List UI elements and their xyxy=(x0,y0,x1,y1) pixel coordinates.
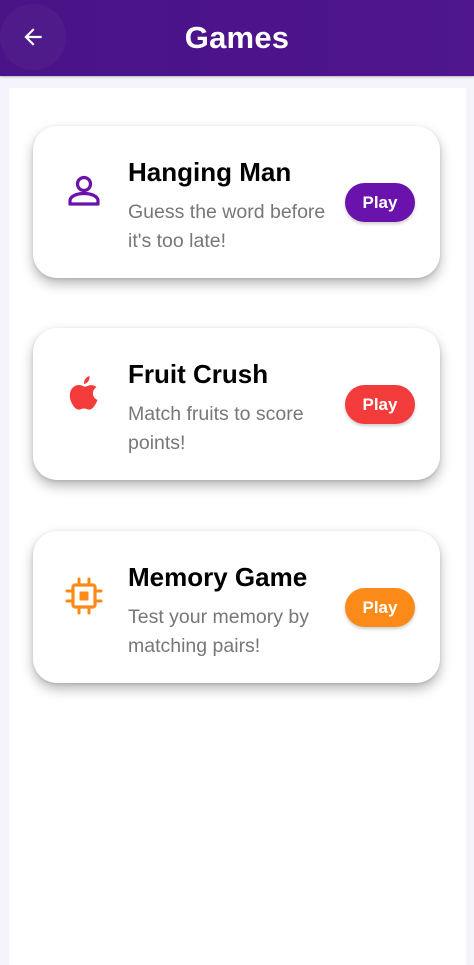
game-description: Test your memory by matching pairs! xyxy=(128,606,309,657)
play-button[interactable]: Play xyxy=(345,385,415,424)
game-description: Guess the word before it's too late! xyxy=(128,201,326,252)
chip-icon xyxy=(63,575,105,617)
game-card-fruit-crush[interactable]: Fruit Crush Match fruits to score points… xyxy=(33,328,440,480)
apple-icon xyxy=(63,372,105,414)
arrow-left-icon xyxy=(24,28,42,46)
person-icon xyxy=(63,170,105,212)
game-title: Hanging Man xyxy=(128,157,292,187)
play-button[interactable]: Play xyxy=(345,588,415,627)
page-title: Games xyxy=(184,20,290,55)
game-title: Fruit Crush xyxy=(128,359,269,389)
game-card-memory-game[interactable]: Memory Game Test your memory by matching… xyxy=(33,531,440,683)
game-title: Memory Game xyxy=(128,562,308,592)
app-bar: Games xyxy=(0,0,474,76)
game-description: Match fruits to score points! xyxy=(128,403,304,454)
play-button[interactable]: Play xyxy=(345,183,415,222)
game-card-hanging-man[interactable]: Hanging Man Guess the word before it's t… xyxy=(33,126,440,278)
back-button-ripple xyxy=(0,4,66,70)
back-button[interactable] xyxy=(0,0,66,76)
